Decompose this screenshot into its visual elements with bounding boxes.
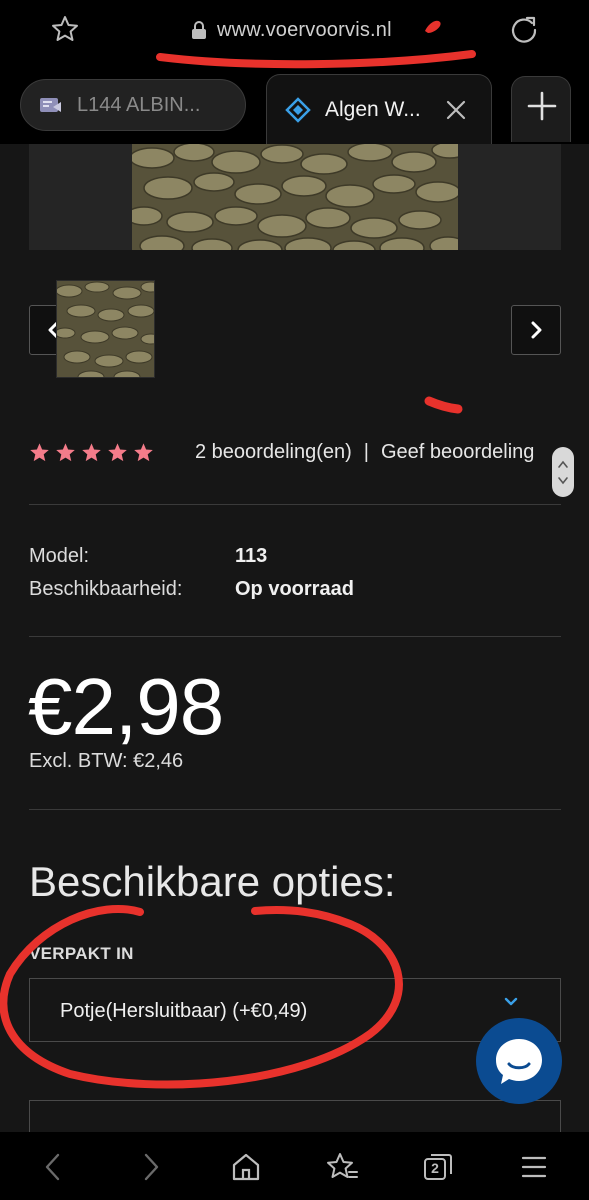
write-review-link[interactable]: Geef beoordeling [381, 441, 534, 464]
divider [29, 809, 561, 810]
review-count-link[interactable]: 2 beoordeling(en) [195, 441, 352, 464]
algae-wafers-thumbnail-photo [57, 281, 154, 377]
spec-model-label: Model: [29, 545, 90, 567]
address-bar[interactable]: www.voervoorvis.nl [190, 17, 392, 43]
rating-separator: | [363, 440, 369, 463]
plus-icon [527, 91, 557, 121]
menu-icon[interactable] [517, 1150, 551, 1184]
tab-strip: L144 ALBIN... Algen W... [0, 66, 589, 144]
star-filled-icon [56, 442, 75, 461]
url-text: www.voervoorvis.nl [217, 18, 392, 41]
tab-title: Algen W... [325, 97, 421, 121]
browser-url-bar: www.voervoorvis.nl [0, 0, 589, 66]
gallery-next-button[interactable] [511, 305, 561, 355]
back-icon[interactable] [37, 1150, 71, 1184]
star-filled-icon [30, 442, 49, 461]
lock-icon [192, 21, 206, 39]
packaging-selected-value: Potje(Hersluitbaar) (+€0,49) [60, 1000, 308, 1022]
product-thumbnail[interactable] [56, 280, 155, 378]
product-main-image[interactable] [132, 144, 458, 250]
tab-count: 2 [431, 1160, 439, 1176]
tab-algen-wafers[interactable]: Algen W... [266, 74, 492, 144]
tab-l144-albino[interactable]: L144 ALBIN... [20, 79, 246, 131]
product-page: 2 beoordeling(en) | Geef beoordeling Mod… [0, 144, 589, 1132]
diamond-favicon-icon [285, 96, 311, 123]
scroll-arrows-icon [558, 460, 568, 485]
scroll-handle[interactable] [552, 447, 574, 497]
spec-availability-value: Op voorraad [235, 578, 354, 600]
divider [29, 504, 561, 505]
spec-model-value: 113 [235, 545, 268, 567]
forward-icon[interactable] [133, 1150, 167, 1184]
packaging-label: VERPAKT IN [29, 944, 134, 963]
marker-dash [424, 396, 463, 414]
star-filled-icon [108, 442, 127, 461]
product-image-frame [29, 144, 561, 250]
chevron-right-icon [531, 321, 542, 339]
next-option-field[interactable] [29, 1100, 561, 1132]
options-heading: Beschikbare opties: [29, 858, 396, 905]
chevron-down-icon [504, 997, 518, 1006]
site-favicon-icon [40, 98, 61, 112]
bookmark-star-icon[interactable] [50, 14, 80, 44]
chat-bubble-icon [496, 1039, 542, 1084]
new-tab-button[interactable] [511, 76, 571, 142]
star-filled-icon [82, 442, 101, 461]
tabs-button[interactable]: 2 [421, 1150, 455, 1184]
algae-wafers-photo [132, 144, 458, 250]
bookmarks-icon[interactable] [325, 1150, 359, 1184]
tab-title: L144 ALBIN... [77, 93, 201, 116]
star-filled-icon [134, 442, 153, 461]
rating-stars [29, 442, 179, 463]
rating-row: 2 beoordeling(en) | Geef beoordeling [29, 435, 569, 469]
close-tab-icon[interactable] [445, 99, 467, 121]
home-icon[interactable] [229, 1150, 263, 1184]
spec-availability-label: Beschikbaarheid: [29, 578, 183, 600]
chat-button[interactable] [476, 1018, 562, 1104]
divider [29, 636, 561, 637]
browser-bottom-nav: 2 [0, 1132, 589, 1200]
product-price: €2,98 [28, 662, 224, 751]
price-excl-vat: Excl. BTW: €2,46 [29, 750, 184, 772]
reload-icon[interactable] [508, 14, 540, 46]
